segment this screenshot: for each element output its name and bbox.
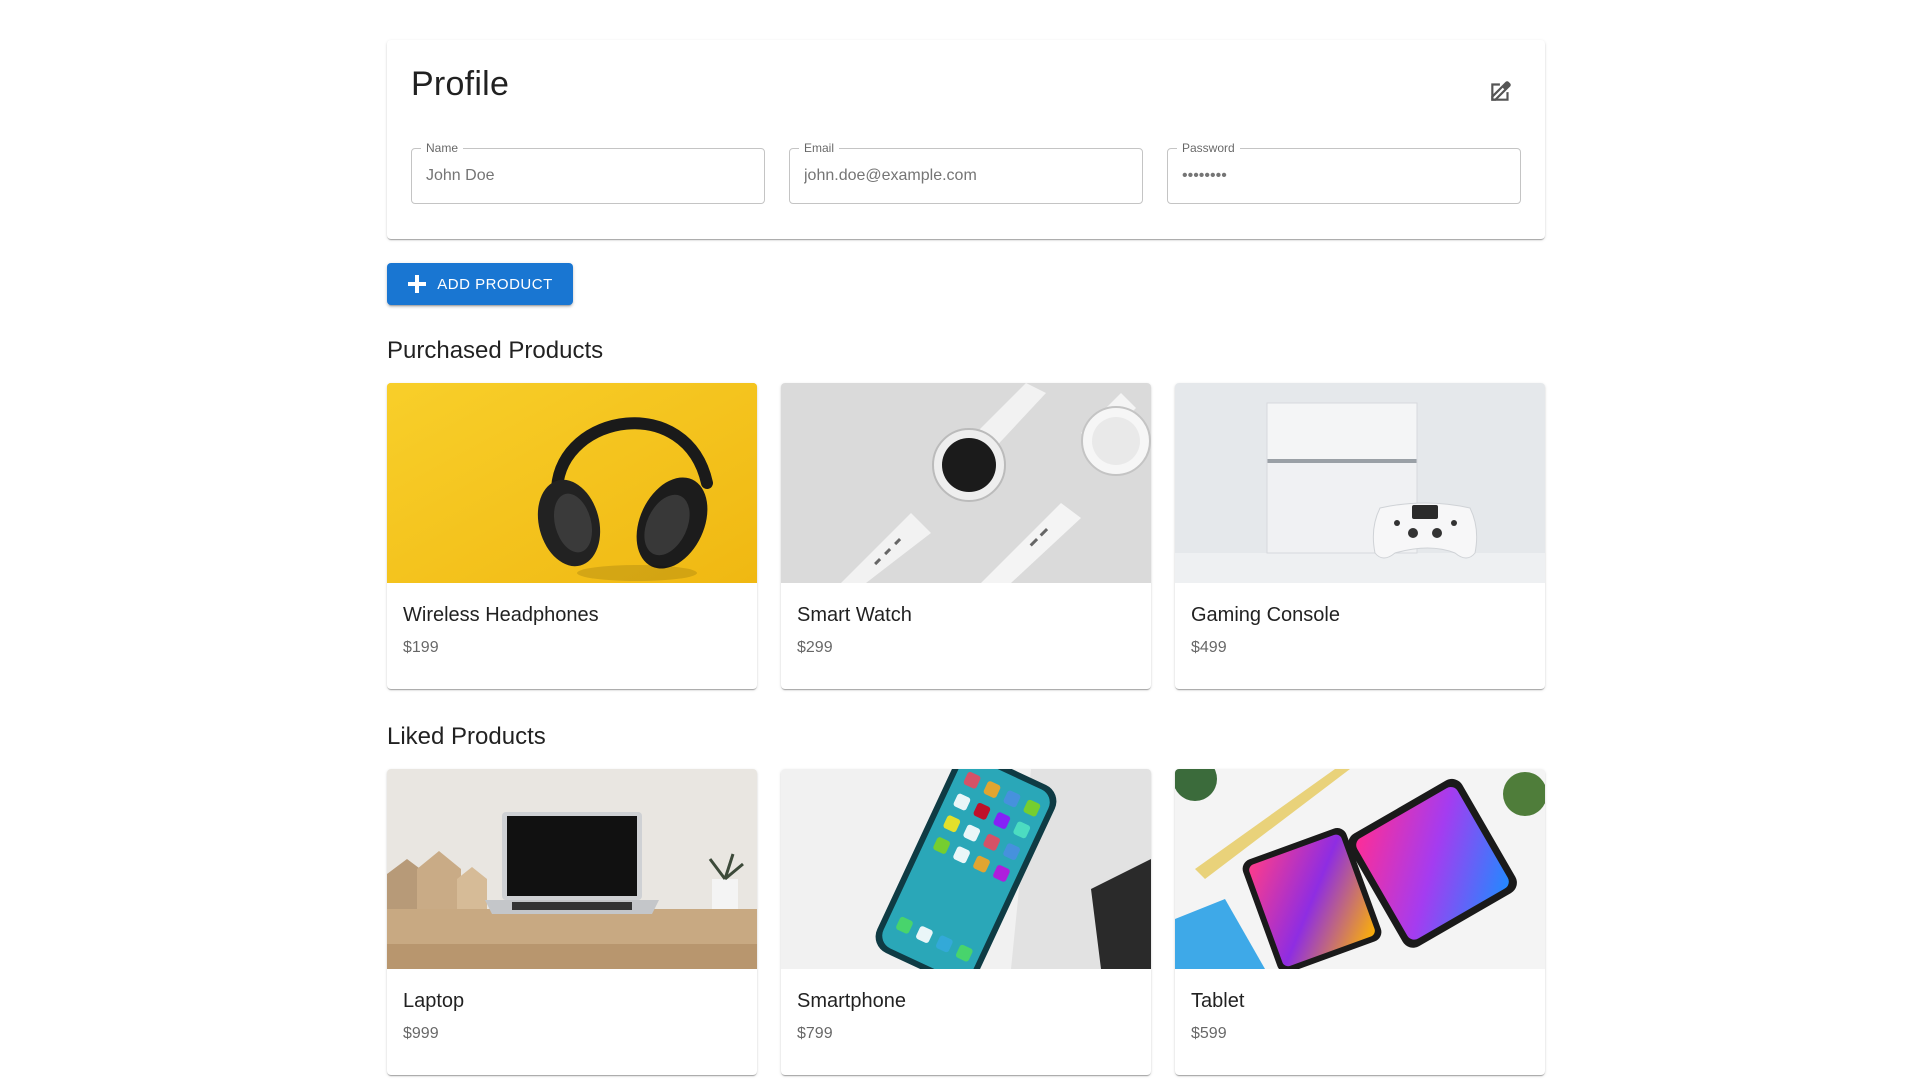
profile-card: Profile Name Email Password xyxy=(387,40,1545,239)
product-card-gaming-console[interactable]: Gaming Console $499 xyxy=(1175,383,1545,689)
liked-products-title: Liked Products xyxy=(387,723,546,750)
card-content: Smart Watch $299 xyxy=(781,583,1151,657)
card-content: Tablet $599 xyxy=(1175,969,1545,1043)
product-name: Gaming Console xyxy=(1191,604,1340,626)
password-field[interactable]: Password xyxy=(1167,141,1521,204)
product-price: $599 xyxy=(1191,1025,1227,1042)
product-name: Laptop xyxy=(403,990,465,1012)
card-content: Gaming Console $499 xyxy=(1175,583,1545,657)
name-field-label: Name xyxy=(421,141,464,155)
product-name: Smartphone xyxy=(797,990,906,1012)
product-price: $499 xyxy=(1191,639,1227,656)
profile-title: Profile xyxy=(411,65,510,103)
product-card-smart-watch[interactable]: Smart Watch $299 xyxy=(781,383,1151,689)
name-field[interactable]: Name xyxy=(411,141,765,204)
card-content: Wireless Headphones $199 xyxy=(387,583,757,657)
laptop-image xyxy=(387,769,757,969)
product-card-smartphone[interactable]: Smartphone $799 xyxy=(781,769,1151,1075)
page-container: Profile Name Email Password xyxy=(387,40,1545,1075)
email-field[interactable]: Email xyxy=(789,141,1143,204)
product-card-laptop[interactable]: Laptop $999 xyxy=(387,769,757,1075)
password-input[interactable] xyxy=(1168,149,1520,203)
product-price: $999 xyxy=(403,1025,439,1042)
email-input[interactable] xyxy=(790,149,1142,203)
email-field-label: Email xyxy=(799,141,840,155)
card-content: Smartphone $799 xyxy=(781,969,1151,1043)
product-name: Wireless Headphones xyxy=(403,604,599,626)
console-image xyxy=(1175,383,1545,583)
product-price: $799 xyxy=(797,1025,833,1042)
edit-icon xyxy=(1488,78,1514,107)
password-field-label: Password xyxy=(1177,141,1240,155)
product-card-tablet[interactable]: Tablet $599 xyxy=(1175,769,1545,1075)
product-name: Tablet xyxy=(1191,990,1245,1012)
smartphone-image xyxy=(781,769,1151,969)
purchased-products-grid: Wireless Headphones $199 Smart Watch $29… xyxy=(387,383,1545,689)
product-price: $199 xyxy=(403,639,439,656)
product-name: Smart Watch xyxy=(797,604,912,626)
product-card-wireless-headphones[interactable]: Wireless Headphones $199 xyxy=(387,383,757,689)
smartwatch-image xyxy=(781,383,1151,583)
add-product-button[interactable]: Add Product xyxy=(387,263,573,305)
name-input[interactable] xyxy=(412,149,764,203)
profile-fields: Name Email Password xyxy=(411,141,1521,204)
liked-products-grid: Laptop $999 Smartphone $799 Tablet $599 xyxy=(387,769,1545,1075)
card-content: Laptop $999 xyxy=(387,969,757,1043)
add-product-label: Add Product xyxy=(437,275,553,293)
headphones-image xyxy=(387,383,757,583)
edit-profile-button[interactable] xyxy=(1477,68,1525,116)
tablet-image xyxy=(1175,769,1545,969)
product-price: $299 xyxy=(797,639,833,656)
purchased-products-title: Purchased Products xyxy=(387,337,604,364)
plus-icon xyxy=(407,274,427,295)
